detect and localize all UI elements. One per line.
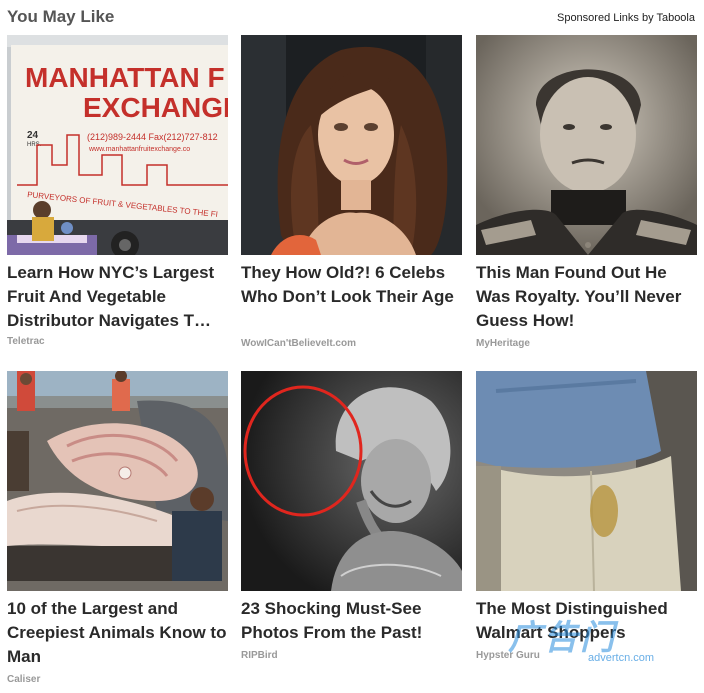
sponsored-links-label[interactable]: Sponsored Links by Taboola: [557, 12, 695, 24]
svg-text:www.manhattanfruitexchange.co: www.manhattanfruitexchange.co: [88, 146, 190, 153]
produce-truck-image: MANHATTAN F EXCHANGE 24 HRS. (212)989-24…: [7, 35, 228, 255]
vintage-portrait-image: [476, 35, 697, 255]
card-headline[interactable]: 23 Shocking Must-See Photos From the Pas…: [241, 597, 466, 645]
watermark-url: advertcn.com: [588, 652, 655, 664]
widget-header: You May Like Sponsored Links by Taboola: [0, 0, 704, 34]
card-thumbnail[interactable]: MANHATTAN F EXCHANGE 24 HRS. (212)989-24…: [7, 35, 228, 255]
card-thumbnail[interactable]: [241, 371, 462, 591]
large-fish-image: [7, 371, 228, 591]
card-headline[interactable]: The Most Distinguished Walmart Shoppers: [476, 597, 701, 645]
card-thumbnail[interactable]: [476, 371, 697, 591]
card-thumbnail[interactable]: [476, 35, 697, 255]
card-headline[interactable]: They How Old?! 6 Celebs Who Don’t Look T…: [241, 261, 466, 309]
vintage-photo-image: [241, 371, 462, 591]
svg-text:(212)989-2444 Fax(212)727-812: (212)989-2444 Fax(212)727-812: [87, 132, 218, 142]
card-headline[interactable]: This Man Found Out He Was Royalty. You’l…: [476, 261, 701, 333]
card-source[interactable]: RIPBird: [241, 650, 278, 661]
card-thumbnail[interactable]: [241, 35, 462, 255]
shopper-image: [476, 371, 697, 591]
card-source[interactable]: Hypster Guru: [476, 650, 540, 661]
card-headline[interactable]: 10 of the Largest and Creepiest Animals …: [7, 597, 232, 669]
widget-title: You May Like: [7, 7, 115, 26]
card-headline[interactable]: Learn How NYC’s Largest Fruit And Vegeta…: [7, 261, 232, 333]
card-source[interactable]: Teletrac: [7, 336, 45, 347]
card-source[interactable]: WowICan'tBelieveIt.com: [241, 338, 356, 349]
card-thumbnail[interactable]: [7, 371, 228, 591]
card-source[interactable]: MyHeritage: [476, 338, 530, 349]
card-source[interactable]: Caliser: [7, 674, 40, 685]
svg-text:MANHATTAN F: MANHATTAN F: [25, 62, 225, 93]
svg-text:EXCHANGE: EXCHANGE: [83, 92, 228, 123]
svg-text:24: 24: [27, 130, 39, 141]
woman-portrait-image: [241, 35, 462, 255]
